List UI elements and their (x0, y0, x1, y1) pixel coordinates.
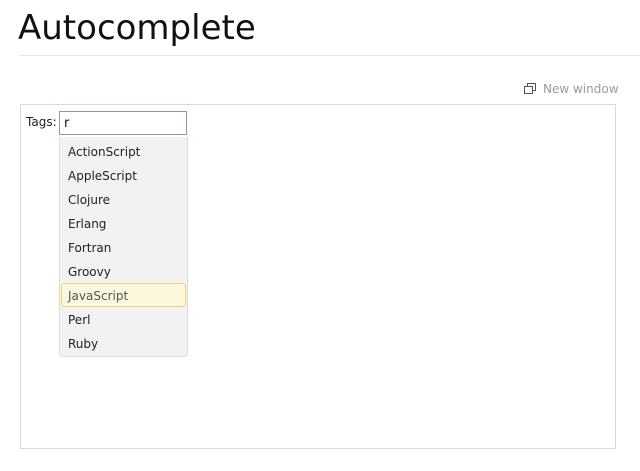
tags-label: Tags: (26, 115, 57, 129)
new-window-icon (524, 83, 536, 95)
menu-item-groovy[interactable]: Groovy (61, 259, 186, 283)
new-window-label: New window (543, 82, 619, 96)
menu-item-javascript[interactable]: JavaScript (61, 283, 186, 307)
menu-item-fortran[interactable]: Fortran (61, 235, 186, 259)
menu-item-erlang[interactable]: Erlang (61, 211, 186, 235)
new-window-link[interactable]: New window (524, 81, 619, 97)
menu-item-ruby[interactable]: Ruby (61, 331, 186, 355)
menu-item-applescript[interactable]: AppleScript (61, 163, 186, 187)
page-title: Autocomplete (18, 8, 256, 48)
tags-input[interactable] (59, 111, 187, 135)
menu-item-perl[interactable]: Perl (61, 307, 186, 331)
title-divider (19, 55, 640, 56)
menu-item-clojure[interactable]: Clojure (61, 187, 186, 211)
page: Autocomplete New window Tags: ActionScri… (0, 0, 640, 471)
autocomplete-menu: ActionScript AppleScript Clojure Erlang … (59, 137, 188, 357)
menu-item-actionscript[interactable]: ActionScript (61, 139, 186, 163)
